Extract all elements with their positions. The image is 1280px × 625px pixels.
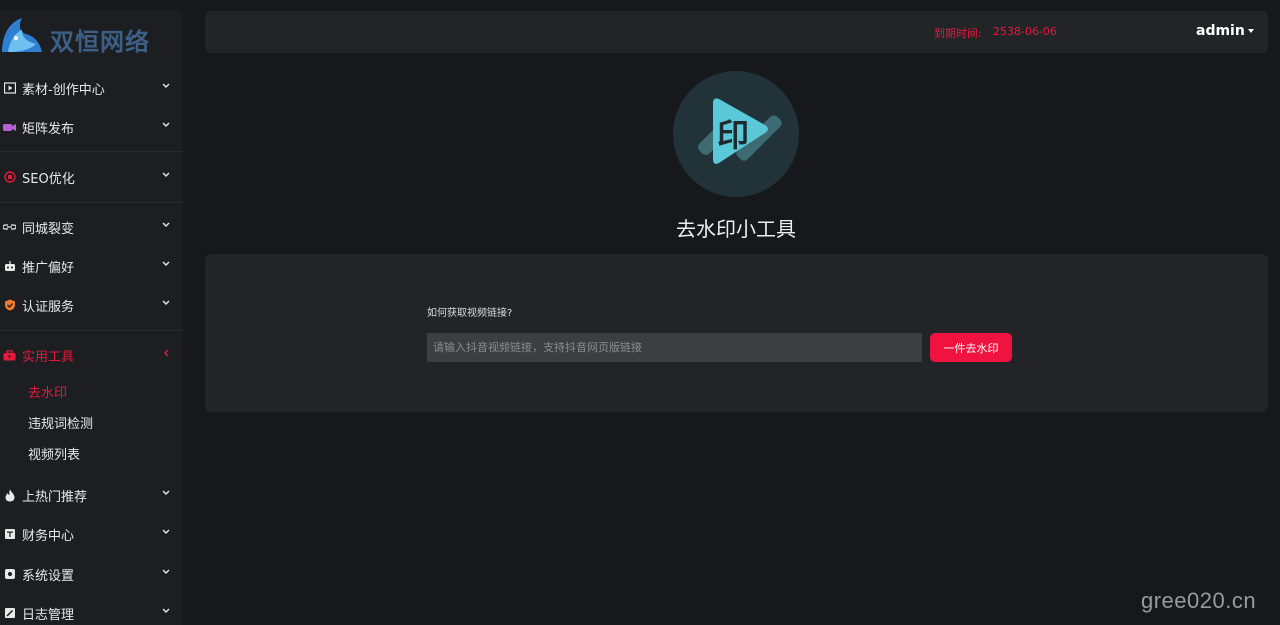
video-url-input[interactable] bbox=[427, 333, 922, 362]
sidebar-item-material[interactable]: 素材-创作中心 bbox=[0, 74, 183, 102]
page-title: 去水印小工具 bbox=[676, 217, 796, 241]
sidebar-item-label: 财务中心 bbox=[22, 528, 75, 544]
chevron-down-icon bbox=[162, 172, 170, 177]
sidebar-item-label: 推广偏好 bbox=[22, 260, 75, 276]
sidebar-subitem-word-check[interactable]: 违规词检测 bbox=[28, 412, 93, 432]
chevron-down-icon bbox=[162, 261, 170, 266]
seo-badge-icon bbox=[3, 171, 16, 184]
sidebar-item-label: 系统设置 bbox=[22, 568, 75, 584]
sidebar-item-label: 素材-创作中心 bbox=[22, 82, 105, 98]
caret-down-icon bbox=[1247, 29, 1254, 33]
chevron-down-icon bbox=[162, 490, 170, 495]
sidebar-item-seo[interactable]: SEO优化 bbox=[0, 163, 183, 191]
sidebar-subitem-video-list[interactable]: 视频列表 bbox=[28, 443, 80, 463]
chevron-down-icon bbox=[162, 83, 170, 88]
expire-label: 到期时间: bbox=[934, 27, 982, 40]
tool-logo-glyph: 印 bbox=[717, 116, 749, 154]
how-to-get-link[interactable]: 如何获取视频链接? bbox=[427, 304, 512, 319]
sidebar-item-settings[interactable]: 系统设置 bbox=[0, 560, 183, 588]
brand-logo[interactable]: 双恒网络 bbox=[0, 10, 183, 56]
expire-date: 2538-06-06 bbox=[993, 25, 1057, 38]
robot-icon bbox=[3, 260, 16, 273]
sidebar-item-promotion[interactable]: 推广偏好 bbox=[0, 252, 183, 280]
toolbox-icon bbox=[3, 349, 16, 362]
camera-icon bbox=[3, 121, 16, 134]
sidebar-item-matrix[interactable]: 矩阵发布 bbox=[0, 113, 183, 141]
gear-icon bbox=[3, 568, 16, 581]
user-menu[interactable]: admin bbox=[1196, 23, 1254, 39]
sidebar-item-tools[interactable]: 实用工具 bbox=[0, 341, 183, 369]
site-watermark: gree020.cn bbox=[1141, 588, 1257, 613]
sidebar-divider bbox=[0, 151, 183, 152]
video-frame-icon bbox=[3, 82, 16, 95]
sidebar-item-label: 认证服务 bbox=[22, 299, 75, 315]
sidebar: 双恒网络 素材-创作中心 矩阵发布 SEO优化 同城裂变 推广偏好 认证服务 实… bbox=[0, 10, 183, 625]
watermark-tool-logo-icon: 印 bbox=[673, 71, 799, 197]
log-icon bbox=[3, 607, 16, 620]
sidebar-item-label: 日志管理 bbox=[22, 607, 75, 623]
chevron-down-icon bbox=[162, 608, 170, 613]
sidebar-item-hot[interactable]: 上热门推荐 bbox=[0, 481, 183, 509]
sidebar-item-label: SEO优化 bbox=[22, 171, 75, 187]
chevron-down-icon bbox=[162, 300, 170, 305]
shield-icon bbox=[3, 299, 16, 312]
chevron-down-icon bbox=[162, 569, 170, 574]
logo-text: 双恒网络 bbox=[50, 28, 150, 56]
fire-icon bbox=[3, 489, 16, 502]
user-name: admin bbox=[1196, 23, 1245, 39]
chevron-down-icon bbox=[162, 529, 170, 534]
sidebar-subitem-watermark[interactable]: 去水印 bbox=[28, 381, 67, 401]
wallet-icon bbox=[3, 528, 16, 541]
sidebar-item-label: 矩阵发布 bbox=[22, 121, 75, 137]
sidebar-divider bbox=[0, 202, 183, 203]
sidebar-divider bbox=[0, 330, 183, 331]
chevron-left-icon bbox=[164, 349, 169, 357]
top-header: 到期时间: 2538-06-06 admin bbox=[205, 11, 1268, 53]
sidebar-item-label: 实用工具 bbox=[22, 349, 75, 365]
sidebar-item-label: 上热门推荐 bbox=[22, 489, 88, 505]
chevron-down-icon bbox=[162, 122, 170, 127]
sidebar-item-logs[interactable]: 日志管理 bbox=[0, 599, 183, 625]
watermark-form-card: 如何获取视频链接? 一件去水印 bbox=[205, 254, 1268, 412]
sidebar-item-certification[interactable]: 认证服务 bbox=[0, 291, 183, 319]
tool-title-wrap: 去水印小工具 bbox=[0, 213, 1280, 242]
whale-logo-icon bbox=[2, 18, 42, 52]
sidebar-item-finance[interactable]: 财务中心 bbox=[0, 520, 183, 548]
remove-watermark-button[interactable]: 一件去水印 bbox=[930, 333, 1012, 362]
